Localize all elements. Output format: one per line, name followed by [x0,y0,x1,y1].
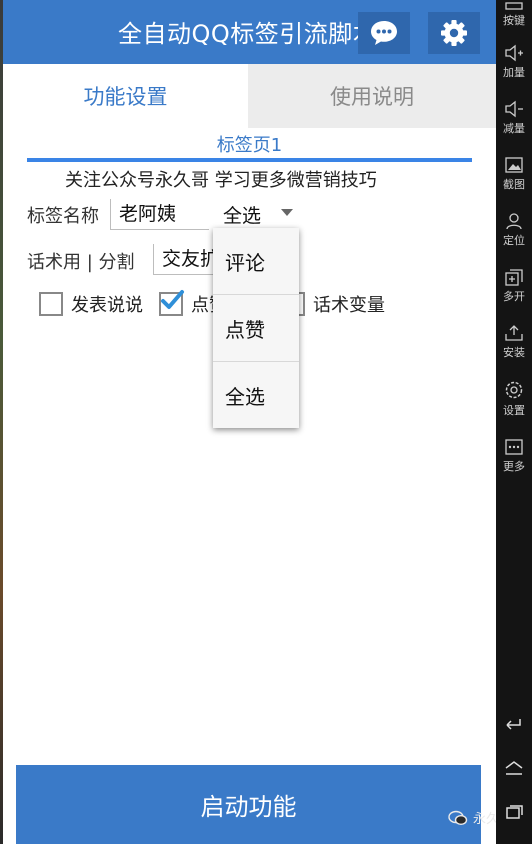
subtab-page-1[interactable]: 标签页1 [3,131,496,157]
app-window: 全自动QQ标签引流脚本 功能设置 使用说明 标签页1 关注公众号永久哥 学习更多… [3,0,496,844]
wechat-icon [448,810,468,825]
tag-type-select[interactable]: 全选 [213,199,295,230]
dropdown-menu: 评论 点赞 全选 [213,228,299,428]
checkbox-script-variable-label: 话术变量 [313,295,385,316]
dropdown-option-like[interactable]: 点赞 [213,295,299,361]
checkbox-like[interactable] [159,290,184,316]
screenshot-icon [505,157,523,173]
dropdown-arrow-icon [281,209,293,216]
side-settings-label: 设置 [503,404,525,417]
install-icon [505,325,523,341]
select-value: 全选 [223,205,262,227]
notice-text: 关注公众号永久哥 学习更多微营销技巧 [65,170,377,191]
tab-bar: 功能设置 使用说明 [3,64,496,128]
checkbox-post-status-label: 发表说说 [71,295,143,316]
more-icon [505,439,523,455]
side-location[interactable]: 定位 [496,212,532,248]
side-volume-up[interactable]: 加量 [496,44,532,80]
app-title: 全自动QQ标签引流脚本 [118,20,378,48]
settings-button[interactable] [428,12,480,54]
volume-up-icon [505,44,523,62]
keyboard-icon [505,2,523,10]
gear-icon [441,20,467,46]
side-volume-up-label: 加量 [503,66,525,79]
tab-function-settings[interactable]: 功能设置 [3,64,248,128]
emulator-side-panel: 按键 加量 减量 截图 定位 多开 安装 设置 更多 [496,0,532,844]
side-location-label: 定位 [503,234,525,247]
script-label: 话术用 | 分割 [27,252,135,273]
side-multi-open[interactable]: 多开 [496,268,532,304]
checkmark-icon [161,290,184,309]
multi-open-icon [505,269,523,286]
nav-home[interactable] [496,760,532,776]
settings-icon [505,381,523,399]
side-keyboard[interactable]: 按键 [496,2,532,28]
side-install-label: 安装 [503,346,525,359]
start-button[interactable]: 启动功能 [16,765,481,844]
dropdown-option-select-all[interactable]: 全选 [213,362,299,428]
chat-bubble-icon [371,21,397,45]
recent-apps-icon [506,805,523,819]
side-volume-down[interactable]: 减量 [496,100,532,136]
side-settings[interactable]: 设置 [496,380,532,418]
nav-recent-apps[interactable] [496,804,532,820]
tab-instructions[interactable]: 使用说明 [248,64,496,128]
title-bar: 全自动QQ标签引流脚本 [3,0,496,64]
location-icon [506,213,522,230]
home-icon [505,761,523,775]
side-more[interactable]: 更多 [496,438,532,474]
side-multi-open-label: 多开 [503,290,525,303]
tag-name-input[interactable]: 老阿姨 [110,199,209,230]
side-screenshot[interactable]: 截图 [496,156,532,192]
side-volume-down-label: 减量 [503,122,525,135]
script-input[interactable]: 交友扩 [153,244,214,275]
volume-down-icon [505,100,523,118]
back-icon [506,719,521,730]
message-button[interactable] [358,12,410,54]
tag-name-label: 标签名称 [27,206,99,227]
side-install[interactable]: 安装 [496,324,532,360]
dropdown-option-comment[interactable]: 评论 [213,228,299,294]
subtab-indicator [27,158,472,162]
side-keyboard-label: 按键 [503,14,525,27]
checkbox-post-status[interactable] [39,292,63,316]
nav-back[interactable] [496,716,532,732]
side-more-label: 更多 [503,460,525,473]
side-screenshot-label: 截图 [503,178,525,191]
